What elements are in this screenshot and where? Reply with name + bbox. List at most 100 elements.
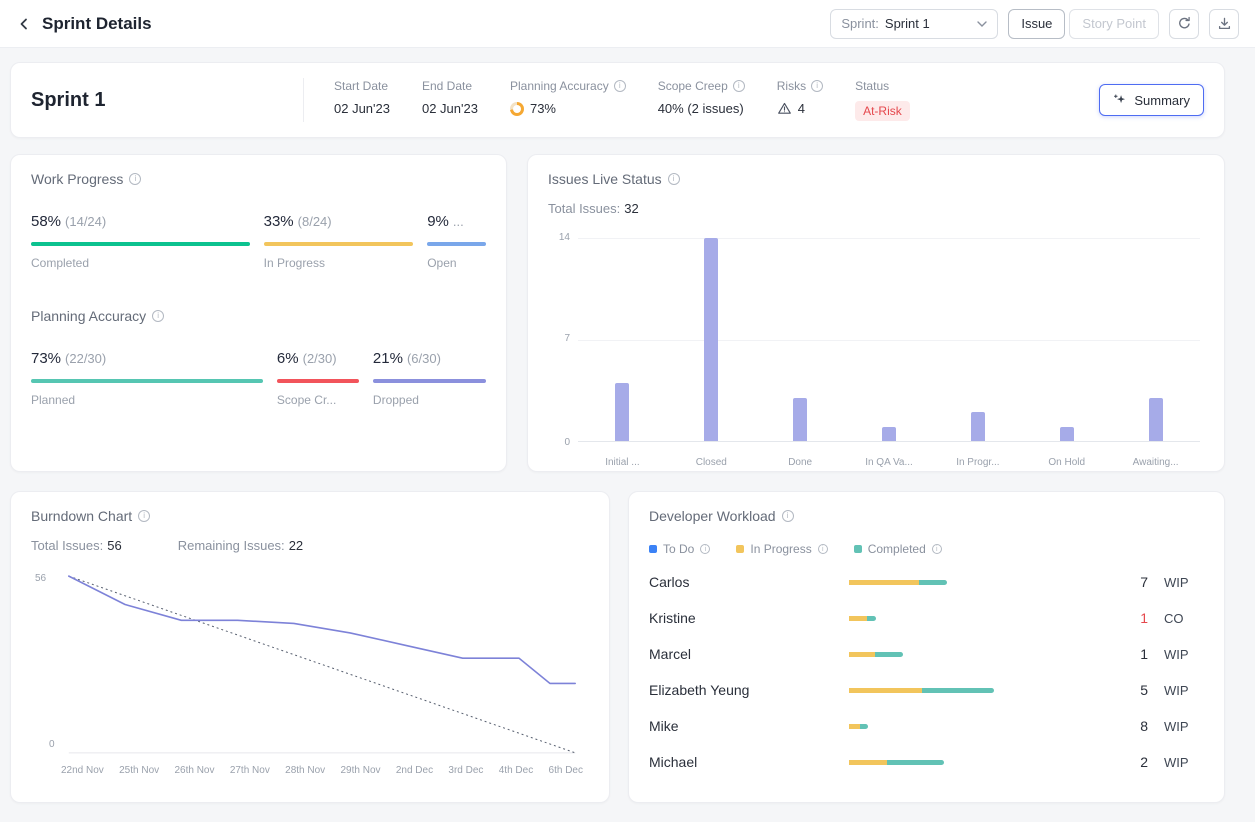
workload-row[interactable]: Kristine 1 CO <box>649 600 1204 636</box>
bar-in-progress[interactable] <box>970 412 985 441</box>
divider <box>303 78 304 122</box>
legend-to-do[interactable]: To Do <box>649 542 711 556</box>
download-button[interactable] <box>1209 8 1239 39</box>
bar-done[interactable] <box>793 397 808 441</box>
work-progress-card: Work Progress 58%(14/24) Completed 33%(8… <box>10 154 507 472</box>
developer-name: Mike <box>649 718 679 734</box>
developer-workload-card: Developer Workload To Do In Progress Com… <box>628 491 1225 803</box>
metric-completed: 58% (14/24) Completed <box>31 213 250 270</box>
field-risks: Risks 4 <box>777 79 824 116</box>
developer-name: Michael <box>649 754 698 770</box>
x-axis-labels: 22nd Nov 25th Nov 26th Nov 27th Nov 28th… <box>61 765 583 776</box>
bar-closed[interactable] <box>704 238 719 441</box>
workload-row[interactable]: Elizabeth Yeung 5 WIP <box>649 672 1204 708</box>
top-bar: Sprint Details Sprint: Sprint 1 Issue St… <box>0 0 1255 48</box>
workload-row[interactable]: Marcel 1 WIP <box>649 636 1204 672</box>
field-scope-creep: Scope Creep 40% (2 issues) <box>658 79 745 116</box>
progress-bar-dropped <box>372 379 486 383</box>
total-issues: Total Issues: 32 <box>548 201 639 216</box>
y-axis-tick: 7 <box>564 333 570 344</box>
workload-bar <box>849 723 1122 729</box>
workload-count: 1 <box>1140 646 1148 662</box>
y-axis-tick: 0 <box>564 437 570 448</box>
to-do-swatch <box>649 545 657 553</box>
workload-row[interactable]: Michael 2 WIP <box>649 744 1204 780</box>
info-icon[interactable] <box>667 173 680 185</box>
workload-count: 1 <box>1140 610 1148 626</box>
planning-accuracy-title: Planning Accuracy <box>31 308 486 324</box>
issues-live-status-title: Issues Live Status <box>548 171 1204 187</box>
legend-completed[interactable]: Completed <box>853 542 942 556</box>
issue-storypoint-toggle: Issue Story Point <box>1008 8 1159 39</box>
info-icon[interactable] <box>152 310 165 322</box>
metric-planned: 73% (22/30) Planned <box>31 350 263 407</box>
burndown-line-chart: 56 0 22nd Nov 25th Nov 26th Nov 27th Nov… <box>31 571 589 776</box>
developer-workload-title: Developer Workload <box>649 508 1204 524</box>
issues-live-status-card: Issues Live Status Total Issues:32 14 7 … <box>527 154 1225 472</box>
remaining-issues-stat: Remaining Issues: 22 <box>177 538 304 553</box>
work-progress-metrics: 58% (14/24) Completed 33% (8/24) In Progre… <box>31 213 486 270</box>
progress-bar-planned <box>31 379 263 383</box>
planning-accuracy-metrics: 73% (22/30) Planned 6% (2/30) Scope Cr... … <box>31 350 486 407</box>
y-axis-tick: 14 <box>558 232 570 243</box>
page-title: Sprint Details <box>42 13 152 33</box>
burndown-chart-card: Burndown Chart Total Issues:56 Remaining… <box>10 491 610 803</box>
planning-accuracy-ring <box>509 101 524 116</box>
y-axis-tick: 56 <box>35 573 47 584</box>
field-start-date: Start Date 02 Jun'23 <box>334 79 390 116</box>
summary-button[interactable]: Summary <box>1099 84 1204 116</box>
workload-status: WIP <box>1164 646 1189 662</box>
chevron-left-icon <box>20 18 27 29</box>
metric-in-progress: 33% (8/24) In Progress <box>263 213 414 270</box>
bar-on-hold[interactable] <box>1059 426 1074 441</box>
workload-count: 7 <box>1140 574 1148 590</box>
info-icon[interactable] <box>613 80 626 92</box>
workload-bar <box>849 651 1122 657</box>
progress-bar-completed <box>31 242 250 246</box>
info-icon[interactable] <box>811 80 824 92</box>
workload-row[interactable]: Mike 8 WIP <box>649 708 1204 744</box>
workload-count: 2 <box>1140 754 1148 770</box>
story-point-toggle-button[interactable]: Story Point <box>1069 8 1159 39</box>
bar-in-qa[interactable] <box>882 426 896 441</box>
progress-bar-scope-creep <box>276 379 359 383</box>
info-icon[interactable] <box>931 544 942 554</box>
info-icon[interactable] <box>138 510 151 522</box>
info-icon[interactable] <box>732 80 745 92</box>
issue-toggle-button[interactable]: Issue <box>1008 8 1066 39</box>
burndown-plot <box>68 575 576 754</box>
info-icon[interactable] <box>129 173 142 185</box>
bar-initial[interactable] <box>615 383 630 441</box>
info-icon[interactable] <box>781 510 794 522</box>
x-axis-labels: Initial ... Closed Done In QA Va... In P… <box>605 457 1179 468</box>
developer-name: Marcel <box>649 646 692 662</box>
in-progress-swatch <box>736 545 745 553</box>
sparkle-icon <box>1114 94 1126 104</box>
burndown-chart-title: Burndown Chart <box>31 508 589 524</box>
back-button[interactable] <box>16 16 32 32</box>
workload-rows: Carlos 7 WIP Kristine 1 CO Marcel 1 WIP <box>649 564 1204 780</box>
sprint-name: Sprint 1 <box>31 88 106 111</box>
legend-in-progress[interactable]: In Progress <box>736 542 828 556</box>
issues-bar-chart: 14 7 0 Initial ... Closed Done In QA Va.… <box>548 230 1204 468</box>
workload-count: 8 <box>1140 718 1148 734</box>
sprint-select-value: Sprint 1 <box>884 16 930 31</box>
refresh-button[interactable] <box>1169 8 1199 39</box>
workload-legend: To Do In Progress Completed <box>649 542 1204 556</box>
workload-status: WIP <box>1164 682 1189 698</box>
bar-awaiting[interactable] <box>1148 397 1163 441</box>
field-planning-accuracy: Planning Accuracy 73% <box>509 79 626 116</box>
workload-status: WIP <box>1164 574 1189 590</box>
info-icon[interactable] <box>700 544 711 554</box>
sprint-select[interactable]: Sprint: Sprint 1 <box>830 8 999 39</box>
workload-status: WIP <box>1164 754 1189 770</box>
workload-count: 5 <box>1140 682 1148 698</box>
developer-name: Kristine <box>649 610 696 626</box>
progress-bar-open <box>427 242 486 246</box>
workload-row[interactable]: Carlos 7 WIP <box>649 564 1204 600</box>
developer-name: Carlos <box>649 574 690 590</box>
workload-status: WIP <box>1164 718 1189 734</box>
progress-bar-in-progress <box>263 242 414 246</box>
info-icon[interactable] <box>817 544 828 554</box>
workload-bar <box>849 759 1122 765</box>
